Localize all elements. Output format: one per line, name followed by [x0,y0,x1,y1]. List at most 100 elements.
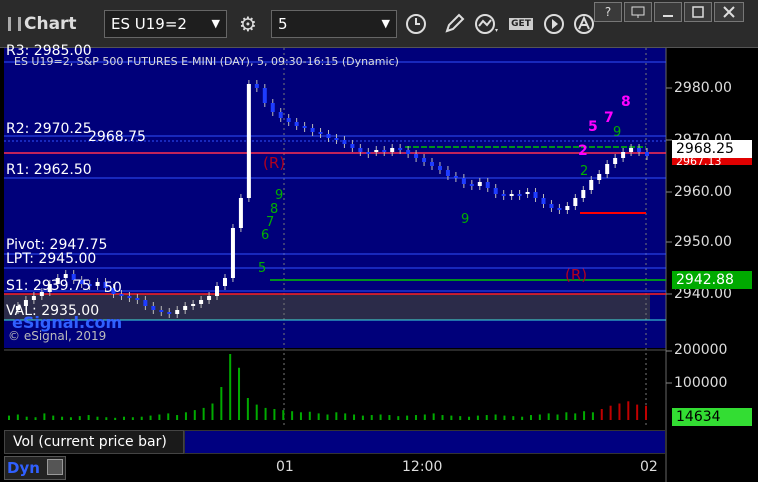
volume-bar [8,415,10,420]
svg-text:9: 9 [613,125,621,140]
volume-bar [61,416,64,420]
volume-bar [521,416,524,420]
close-button[interactable] [714,2,744,22]
candle [350,144,355,148]
last-price-secondary-tag: 2967.13 [672,158,752,165]
volume-bar [618,403,621,420]
help-button[interactable]: ? [594,2,622,22]
candle [430,162,435,166]
title-bar: Chart ES U19=2 ▼ ⚙ 5 ▼ GET ? [0,0,758,48]
volume-bar [565,412,568,420]
volume-bar [370,415,373,420]
volume-bar [645,405,647,420]
volume-bar [167,413,170,420]
volume-bar [379,414,382,420]
lock-icon[interactable] [47,459,63,475]
candle [374,150,379,152]
volume-bar [344,413,347,420]
volume-bar [335,412,338,420]
volume-bar [406,415,409,420]
time-tick: 02 [640,459,658,475]
volume-bar [459,416,462,420]
candle [573,198,578,206]
volume-bar [512,416,515,420]
studies-icon[interactable] [472,10,502,38]
svg-text:9: 9 [275,188,283,203]
candle [581,190,586,198]
candle [406,150,411,154]
candle [501,194,506,196]
level-s1: S1: 2939.75 [6,278,91,294]
volume-bar [16,414,19,420]
candle [382,150,387,152]
minimize-button[interactable] [654,2,682,22]
candle [167,312,172,314]
chart-canvas[interactable]: 8 7 5 2 98765 929 (R) (R) [0,48,758,482]
candle [159,310,164,312]
volume-bar [414,415,417,420]
price-tick: 2980.00 [674,80,732,96]
interval-value: 5 [278,15,288,33]
get-data-button[interactable]: GET [505,10,537,38]
volume-bar [397,416,400,420]
pencil-icon[interactable] [439,10,469,38]
candle [398,148,403,150]
settings-gear-icon[interactable]: ⚙ [233,10,263,38]
volume-bar [69,417,72,420]
scrollbar-track[interactable] [184,430,666,454]
dynamic-mode-button[interactable]: Dyn [4,456,66,480]
volume-bar [388,415,391,420]
volume-bar [220,387,223,420]
candle [493,188,498,194]
volume-bar [255,404,258,420]
volume-bar [282,410,285,420]
level-s1b: 50 [104,280,122,296]
candle [453,176,458,178]
volume-bar [229,354,232,420]
level-lpt: LPT: 2945.00 [6,251,97,267]
volume-bar [538,414,541,420]
level-price-tag: 2942.88 [672,271,752,289]
last-volume-tag: 14634 [672,408,752,426]
candle [422,158,427,162]
candle [645,152,649,156]
volume-bar [556,414,559,420]
volume-bar [574,413,577,420]
candle [318,132,323,134]
volume-bar [432,413,435,420]
symbol-value: ES U19=2 [111,15,187,33]
candle [278,112,283,118]
level-r2b: 2968.75 [88,129,146,145]
volume-legend[interactable]: Vol (current price bar) ✖ [4,430,195,454]
maximize-button[interactable] [684,2,712,22]
copyright-text: © eSignal, 2019 [8,329,107,343]
symbol-input[interactable]: ES U19=2 ▼ [104,10,227,38]
candle [485,182,490,188]
candle [390,148,395,152]
volume-bar [202,407,205,420]
last-price-tag: 2968.25 [672,140,752,158]
volume-bar [211,403,214,420]
candle [342,140,347,144]
r-marker-bottom: (R) [565,266,587,284]
restore-window-icon[interactable] [624,2,652,22]
candle [525,192,530,194]
candle [286,118,291,122]
volume-bar [299,412,302,420]
play-icon[interactable] [539,10,569,38]
interval-select[interactable]: 5 ▼ [271,10,397,38]
chart-area[interactable]: 8 7 5 2 98765 929 (R) (R) ES U19=2, S&P … [0,43,758,482]
volume-bar [308,411,311,420]
clock-icon[interactable] [401,10,431,38]
svg-text:5: 5 [258,261,266,276]
svg-text:6: 6 [261,228,269,243]
candle [302,126,307,128]
signal-5: 5 [588,119,598,135]
candle [477,182,482,186]
mode-label: Dyn [7,459,40,477]
chevron-down-icon: ▼ [211,17,220,30]
candle [191,304,196,306]
volume-bar [34,417,37,420]
volume-bar [43,413,46,420]
candle [366,152,371,154]
